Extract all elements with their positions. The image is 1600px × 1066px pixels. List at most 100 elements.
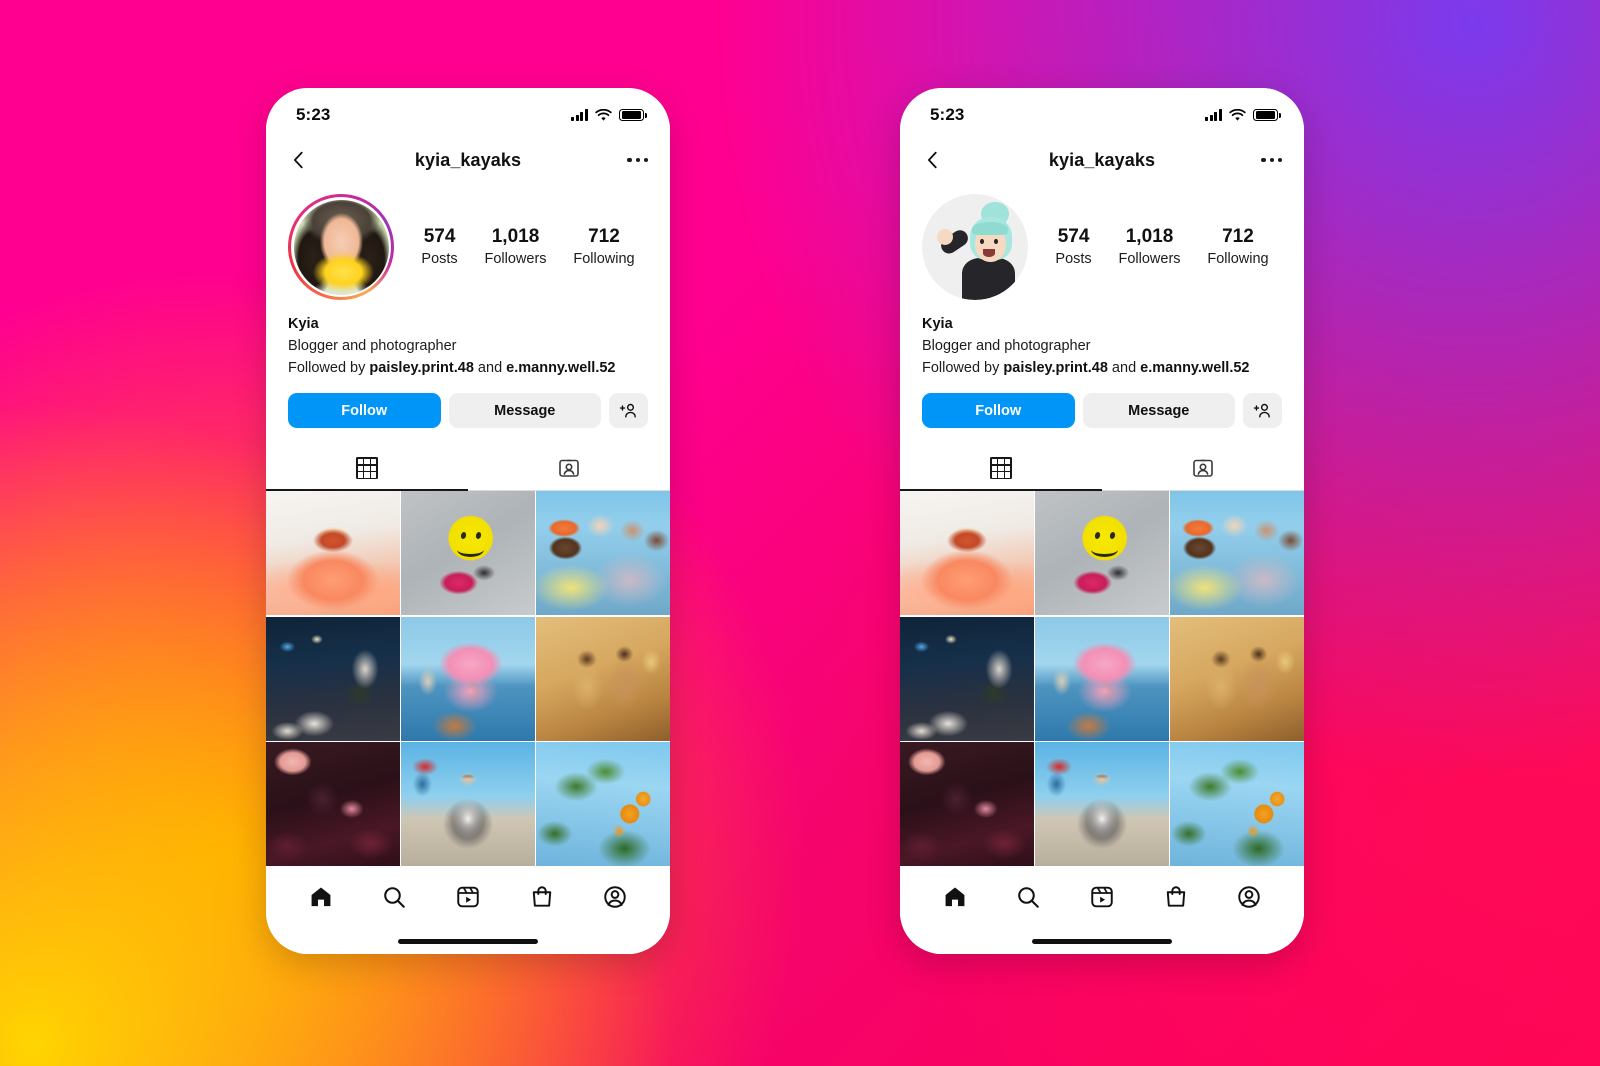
profile-display-name: Kyia [288,316,319,332]
back-chevron-icon[interactable] [288,149,310,171]
wifi-icon [1229,108,1246,121]
nav-shop[interactable] [1158,879,1194,915]
stat-followers[interactable]: 1,018 Followers [1118,225,1180,269]
mutual-follower-1[interactable]: paisley.print.48 [1003,360,1108,376]
add-person-button[interactable] [609,393,648,429]
profile-bio: Kyia Blogger and photographer Followed b… [266,300,670,379]
stat-following[interactable]: 712 Following [573,225,634,269]
followed-by-prefix: Followed by [922,359,1004,376]
nav-home[interactable] [937,879,973,915]
cellular-signal-icon [571,109,588,121]
search-icon [384,887,406,908]
reels-icon [457,886,479,908]
post-orange-tree-branch[interactable] [1170,742,1304,866]
profile-action-buttons: Follow Message [900,379,1304,429]
post-warm-toned-mirror-selfie[interactable] [536,616,670,741]
tagged-person-icon [559,459,579,478]
post-warm-toned-mirror-selfie[interactable] [1170,616,1304,741]
avatar[interactable] [922,194,1028,300]
post-yellow-smiley-balloon[interactable] [1035,491,1169,616]
profile-action-buttons: Follow Message [266,379,670,429]
nav-home[interactable] [303,879,339,915]
tagged-tab[interactable] [1102,446,1304,490]
posts-grid-tab[interactable] [900,446,1102,492]
profile-tabs [900,446,1304,492]
post-dark-floral-hand[interactable] [900,742,1034,866]
add-person-button[interactable] [1243,393,1282,429]
stat-followers-label: Followers [1118,250,1181,267]
follow-button[interactable]: Follow [288,393,441,429]
post-gas-station-portrait[interactable] [1035,742,1169,866]
profile-description: Blogger and photographer [288,337,457,354]
profile-display-name: Kyia [922,316,953,332]
post-group-of-friends-outdoors[interactable] [1170,491,1304,616]
profile-username-title: kyia_kayaks [1048,149,1156,170]
more-options-icon[interactable] [627,157,648,163]
profile-bio: Kyia Blogger and photographer Followed b… [900,300,1304,379]
nav-profile[interactable] [597,879,633,915]
shop-icon [1166,886,1185,907]
avatar[interactable] [288,194,394,300]
post-pink-hoodie-waterfront[interactable] [1035,616,1169,741]
grid-icon [356,457,378,480]
phone-mockup-right: 5:23 kyia_kayaks 574 Posts 1,018 Followe… [900,88,1304,954]
nav-profile[interactable] [1231,879,1267,915]
post-yellow-smiley-balloon[interactable] [401,491,535,616]
stat-followers-value: 1,018 [1125,225,1174,247]
stat-following-label: Following [573,250,635,267]
nav-reels[interactable] [450,879,486,915]
message-button[interactable]: Message [1082,393,1235,429]
battery-full-icon [619,108,647,122]
home-indicator[interactable] [398,938,538,944]
post-pink-hoodie-waterfront[interactable] [401,616,535,741]
mutual-follower-2[interactable]: e.manny.well.52 [506,360,615,376]
wifi-icon [595,108,612,121]
post-gas-station-portrait[interactable] [401,742,535,866]
followed-by-prefix: Followed by [288,359,370,376]
followed-by-joiner: and [473,359,507,376]
status-bar: 5:23 [266,88,670,134]
nav-search[interactable] [1010,879,1046,915]
post-peach-puffer-coat-portrait[interactable] [266,491,400,616]
phone-mockup-left: 5:23 kyia_kayaks 574 Posts 1,018 Followe… [266,88,670,954]
profile-stats: 574 Posts 1,018 Followers 712 Following [1028,225,1282,269]
bottom-navigation-bar [266,866,670,928]
instagram-profile-screen-right: 5:23 kyia_kayaks 574 Posts 1,018 Followe… [900,88,1304,954]
nav-search[interactable] [376,879,412,915]
follow-button[interactable]: Follow [922,393,1075,429]
status-bar-clock: 5:23 [930,105,965,124]
stat-posts-value: 574 [1057,225,1090,247]
mutual-follower-2[interactable]: e.manny.well.52 [1140,360,1249,376]
message-button[interactable]: Message [448,393,601,429]
posts-grid-tab[interactable] [266,446,468,492]
instagram-profile-screen-left: 5:23 kyia_kayaks 574 Posts 1,018 Followe… [266,88,670,954]
stat-posts[interactable]: 574 Posts [421,225,457,269]
post-group-of-friends-outdoors[interactable] [536,491,670,616]
nav-reels[interactable] [1084,879,1120,915]
stat-following-value: 712 [1222,225,1254,247]
more-options-icon[interactable] [1261,157,1282,163]
posts-photo-grid [900,491,1304,866]
post-peach-puffer-coat-portrait[interactable] [900,491,1034,616]
story-ring [288,194,394,300]
smiley-eye-left [1094,531,1102,540]
posts-photo-grid [266,491,670,866]
stat-followers[interactable]: 1,018 Followers [484,225,546,269]
post-night-street-scene[interactable] [266,616,400,741]
nav-shop[interactable] [524,879,560,915]
profile-icon [604,886,626,908]
post-dark-floral-hand[interactable] [266,742,400,866]
profile-description: Blogger and photographer [922,337,1091,354]
bottom-navigation-bar [900,866,1304,928]
back-chevron-icon[interactable] [922,149,944,171]
stat-posts[interactable]: 574 Posts [1055,225,1091,269]
memoji-illustration [922,194,1028,300]
smiley-mouth [457,542,485,557]
mutual-follower-1[interactable]: paisley.print.48 [369,360,474,376]
status-bar-icons [1205,108,1281,122]
home-indicator[interactable] [1032,938,1172,944]
stat-following[interactable]: 712 Following [1207,225,1268,269]
tagged-tab[interactable] [468,446,670,490]
post-night-street-scene[interactable] [900,616,1034,741]
post-orange-tree-branch[interactable] [536,742,670,866]
